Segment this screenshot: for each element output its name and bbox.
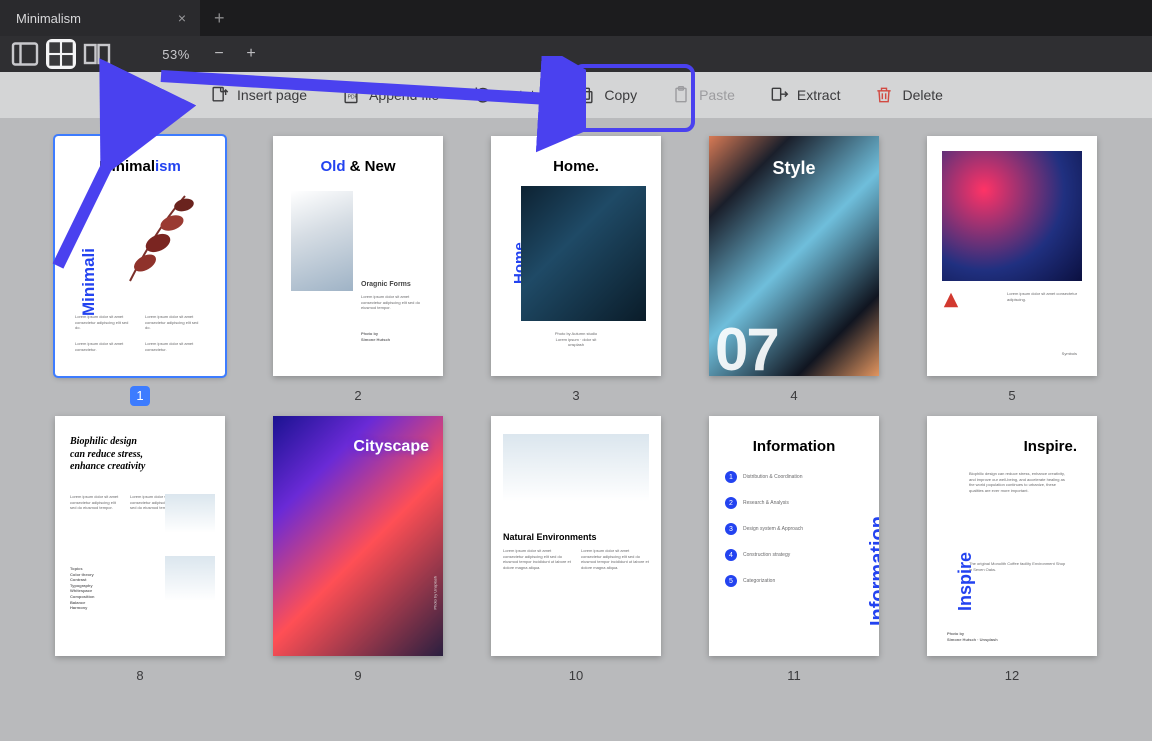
- close-icon[interactable]: ×: [178, 10, 186, 26]
- pages-grid-area: Minimalism Minimali Lorem ipsum dolor si…: [0, 118, 1152, 741]
- page-number: 2: [348, 386, 368, 406]
- page-thumbnail[interactable]: Information Information 1 Distribution & …: [709, 416, 879, 656]
- page-number: 4: [784, 386, 804, 406]
- page-side-text: Information: [867, 516, 879, 626]
- copy-button[interactable]: Copy: [570, 81, 643, 109]
- bullet-text: Categorization: [743, 578, 823, 585]
- page-cell: Lorem ipsum dolor sit amet consectetur a…: [927, 136, 1097, 406]
- page-heading: Biophilic design can reduce stress, enha…: [70, 436, 150, 474]
- page-thumbnail[interactable]: Minimalism Minimali Lorem ipsum dolor si…: [55, 136, 225, 376]
- leaf-illustration: [110, 181, 210, 301]
- copy-icon: [576, 85, 596, 105]
- page-cell: Inspire. Inspire Biophilic design can re…: [927, 416, 1097, 686]
- tab-title: Minimalism: [16, 11, 81, 26]
- bullet-number: 1: [725, 471, 737, 483]
- copy-label: Copy: [604, 87, 637, 103]
- page-cell: Minimalism Minimali Lorem ipsum dolor si…: [55, 136, 225, 406]
- page-big-number: 07: [715, 315, 778, 376]
- paste-icon: [671, 85, 691, 105]
- delete-button[interactable]: Delete: [868, 81, 948, 109]
- page-number: 8: [130, 666, 150, 686]
- tab-bar: Minimalism × +: [0, 0, 1152, 36]
- grid-view-icon[interactable]: [46, 39, 76, 69]
- bullet-text: Research & Analysis: [743, 500, 823, 507]
- page-thumbnail[interactable]: Home. Home Photo by Autumn studioLorem i…: [491, 136, 661, 376]
- page-subtitle: Natural Environments: [503, 532, 597, 542]
- page-toolbar: Insert page PDF Append file Rotate Copy …: [0, 72, 1152, 118]
- insert-page-label: Insert page: [237, 87, 307, 103]
- logo-mark-icon: [942, 291, 960, 309]
- bullet-number: 3: [725, 523, 737, 535]
- rotate-icon: [473, 85, 493, 105]
- page-number: 12: [1002, 666, 1022, 686]
- rotate-label: Rotate: [501, 87, 542, 103]
- page-cell: Home. Home Photo by Autumn studioLorem i…: [491, 136, 661, 406]
- page-title: Cityscape: [273, 438, 443, 456]
- zoom-in-button[interactable]: +: [242, 45, 260, 63]
- extract-button[interactable]: Extract: [763, 81, 847, 109]
- page-thumbnail[interactable]: Old & New Oragnic Forms Lorem ipsum dolo…: [273, 136, 443, 376]
- svg-text:PDF: PDF: [348, 94, 358, 100]
- page-title-part: Minimal: [99, 158, 155, 175]
- bullet-text: Construction strategy: [743, 552, 823, 559]
- page-cell: Natural Environments Lorem ipsum dolor s…: [491, 416, 661, 686]
- page-number: 9: [348, 666, 368, 686]
- page-number: 10: [566, 666, 586, 686]
- sidebar-view-icon[interactable]: [10, 39, 40, 69]
- page-title: Information: [709, 438, 879, 455]
- append-file-label: Append file: [369, 87, 439, 103]
- page-title: Style: [709, 158, 879, 179]
- append-file-button[interactable]: PDF Append file: [335, 81, 445, 109]
- page-cell: Biophilic design can reduce stress, enha…: [55, 416, 225, 686]
- zoom-control: 53% − +: [156, 45, 260, 63]
- page-thumbnail[interactable]: Biophilic design can reduce stress, enha…: [55, 416, 225, 656]
- bullet-number: 2: [725, 497, 737, 509]
- page-title-part: ism: [155, 158, 181, 175]
- new-tab-button[interactable]: +: [214, 8, 225, 29]
- page-thumbnail[interactable]: Cityscape Photo by Unsplash: [273, 416, 443, 656]
- extract-label: Extract: [797, 87, 841, 103]
- bullet-text: Design system & Approach: [743, 526, 823, 533]
- trash-icon: [874, 85, 894, 105]
- pages-grid: Minimalism Minimali Lorem ipsum dolor si…: [0, 136, 1152, 686]
- page-cell: Old & New Oragnic Forms Lorem ipsum dolo…: [273, 136, 443, 406]
- append-file-icon: PDF: [341, 85, 361, 105]
- view-toolbar: 53% − +: [0, 36, 1152, 72]
- bullet-number: 4: [725, 549, 737, 561]
- zoom-value[interactable]: 53%: [156, 47, 196, 62]
- bullet-number: 5: [725, 575, 737, 587]
- page-number: 5: [1002, 386, 1022, 406]
- page-cell: Cityscape Photo by Unsplash 9: [273, 416, 443, 686]
- rotate-button[interactable]: Rotate: [467, 81, 548, 109]
- two-page-view-icon[interactable]: [82, 39, 112, 69]
- page-title-part: Old: [320, 158, 345, 175]
- page-subtitle: Oragnic Forms: [361, 281, 411, 288]
- page-cell: Information Information 1 Distribution & …: [709, 416, 879, 686]
- bullet-text: Distribution & Coordination: [743, 474, 823, 481]
- page-thumbnail[interactable]: Inspire. Inspire Biophilic design can re…: [927, 416, 1097, 656]
- delete-label: Delete: [902, 87, 942, 103]
- page-number: 3: [566, 386, 586, 406]
- page-title-part: & New: [345, 158, 395, 175]
- page-title: Inspire.: [927, 438, 1097, 455]
- insert-page-icon: [209, 85, 229, 105]
- page-thumbnail[interactable]: Lorem ipsum dolor sit amet consectetur a…: [927, 136, 1097, 376]
- page-number[interactable]: 1: [130, 386, 150, 406]
- page-title: Home.: [491, 158, 661, 175]
- zoom-out-button[interactable]: −: [210, 45, 228, 63]
- paste-label: Paste: [699, 87, 735, 103]
- page-side-text: Minimali: [79, 248, 99, 316]
- page-number: 11: [784, 666, 804, 686]
- paste-button: Paste: [665, 81, 741, 109]
- page-thumbnail[interactable]: Style 07: [709, 136, 879, 376]
- document-tab[interactable]: Minimalism ×: [0, 0, 200, 36]
- page-cell: Style 07 4: [709, 136, 879, 406]
- insert-page-button[interactable]: Insert page: [203, 81, 313, 109]
- extract-icon: [769, 85, 789, 105]
- page-thumbnail[interactable]: Natural Environments Lorem ipsum dolor s…: [491, 416, 661, 656]
